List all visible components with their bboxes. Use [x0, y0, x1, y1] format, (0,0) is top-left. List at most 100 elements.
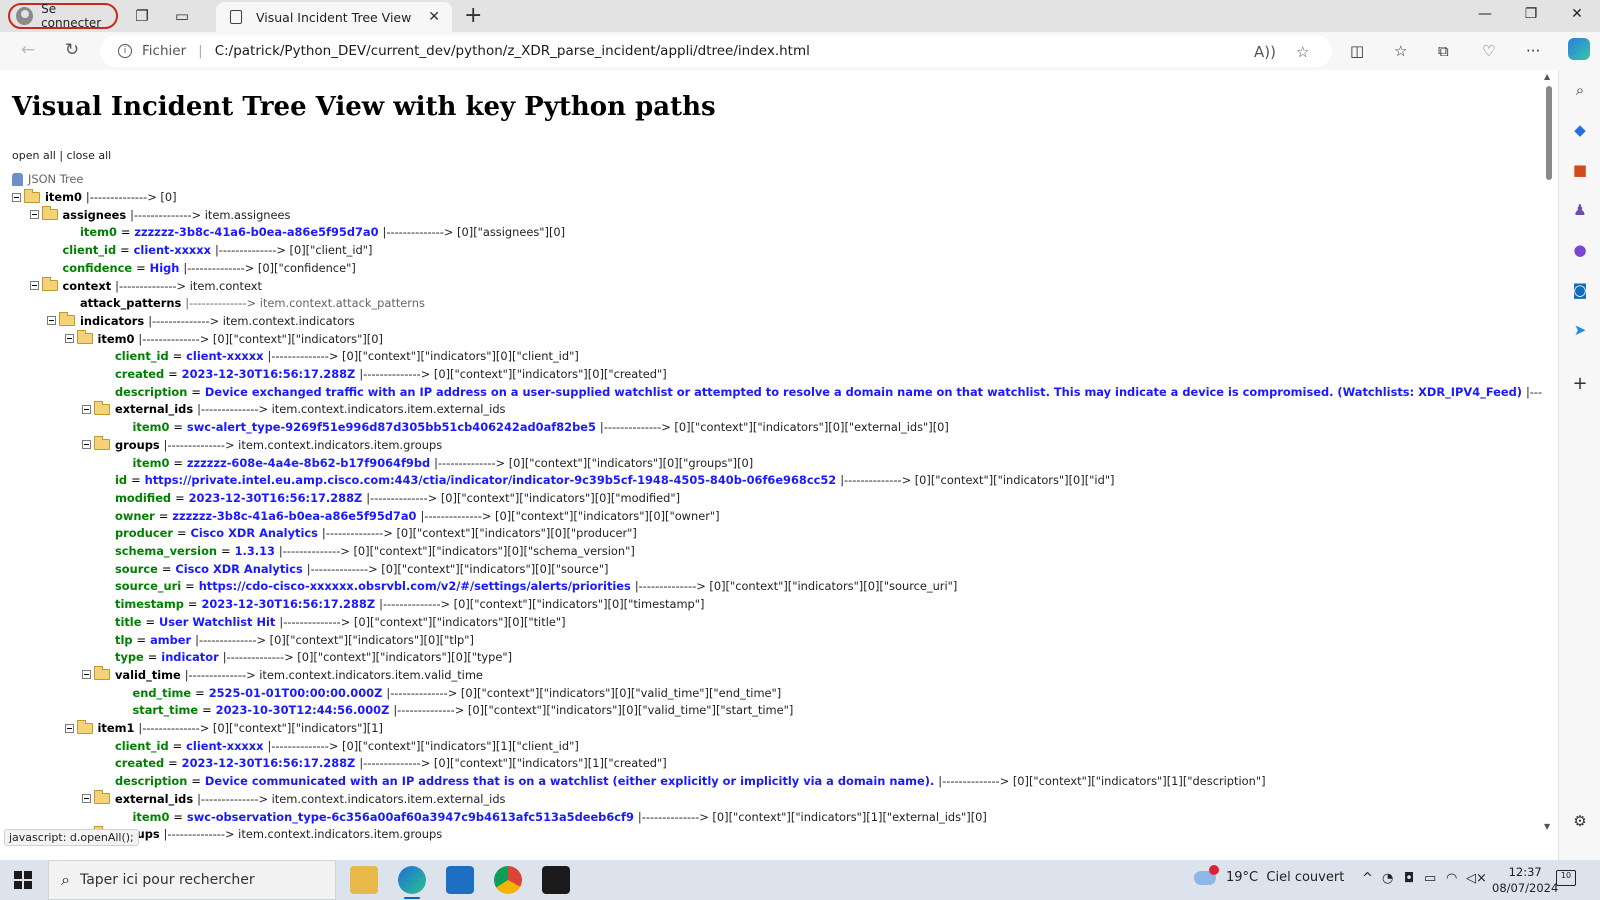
file-explorer-icon[interactable]: [350, 866, 378, 894]
favorites-icon[interactable]: ☆: [1394, 42, 1407, 60]
tree-node[interactable]: item0 = zzzzzz-608e-4a4e-8b62-b17f9064f9bd…: [133, 454, 754, 472]
outlook-icon[interactable]: ◙: [1570, 281, 1590, 299]
tree-node[interactable]: source = Cisco XDR Analytics |-------------…: [115, 560, 609, 578]
scroll-up-icon[interactable]: ▲: [1544, 72, 1550, 81]
tree-node[interactable]: description = Device communicated with an …: [115, 772, 1266, 790]
tree-node[interactable]: item0 = swc-observation_type-6c356a00af60a…: [133, 808, 987, 826]
tree-node[interactable]: client_id = client-xxxxx |--------------> […: [115, 737, 579, 755]
start-windows-icon[interactable]: [14, 871, 32, 889]
collapse-toggle-icon[interactable]: [47, 316, 56, 326]
collapse-toggle-icon[interactable]: [12, 192, 21, 202]
collapse-toggle-icon[interactable]: [82, 670, 91, 680]
tree-node[interactable]: created = 2023-12-30T16:56:17.288Z |-------…: [115, 754, 667, 772]
tree-node[interactable]: context |--------------> item.context: [29, 277, 262, 295]
taskbar-clock[interactable]: 12:37 08/07/2024: [1492, 864, 1558, 896]
tree-node[interactable]: id = https://private.intel.eu.amp.cisco.co…: [115, 471, 1115, 489]
profile-button[interactable]: Se connecter: [8, 2, 118, 30]
collapse-toggle-icon[interactable]: [64, 334, 74, 344]
taskbar-search[interactable]: ⌕ Taper ici pour rechercher: [48, 860, 336, 900]
collapse-toggle-icon[interactable]: [82, 440, 91, 450]
battery-icon[interactable]: ▭: [1424, 871, 1436, 886]
vertical-tabs-icon[interactable]: ▭: [172, 6, 192, 26]
tree-node[interactable]: groups|--------------> item.context.indi…: [82, 436, 442, 454]
tree-node[interactable]: description = Device exchanged traffic wit…: [115, 383, 1554, 401]
tree-node[interactable]: end_time = 2525-01-01T00:00:00.000Z |------…: [133, 684, 782, 702]
tree-node[interactable]: client_id = client-xxxxx |--------------> […: [115, 347, 579, 365]
tree-node[interactable]: item1 |--------------> [0]["context"]["in…: [64, 719, 383, 737]
info-icon[interactable]: i: [118, 44, 132, 58]
search-icon[interactable]: ⌕: [1570, 81, 1590, 99]
scroll-down-icon[interactable]: ▼: [1544, 822, 1550, 831]
close-tab-icon[interactable]: ✕: [428, 9, 440, 25]
weather-widget[interactable]: 19°C Ciel couvert: [1194, 864, 1344, 885]
tools-icon[interactable]: ■: [1570, 161, 1590, 179]
restore-icon[interactable]: ❐: [1516, 6, 1546, 26]
collapse-toggle-icon[interactable]: [64, 723, 74, 733]
shopping-tag-icon[interactable]: ◆: [1570, 121, 1590, 139]
volume-muted-icon[interactable]: ◁×: [1466, 871, 1487, 886]
edge-browser-icon[interactable]: [398, 866, 426, 894]
tree-node[interactable]: owner = zzzzzz-3b8c-41a6-b0ea-a86e5f95d7a0…: [115, 507, 720, 525]
mail-icon[interactable]: [446, 866, 474, 894]
send-icon[interactable]: ➤: [1570, 321, 1590, 339]
add-icon[interactable]: +: [1570, 373, 1590, 394]
copilot-icon[interactable]: [1568, 38, 1590, 60]
tree-node[interactable]: attack_patterns |--------------> item.con…: [80, 294, 425, 312]
tree-node[interactable]: item0 |--------------> [0]: [12, 188, 177, 206]
chevron-up-icon[interactable]: ^: [1362, 871, 1373, 886]
microsoft365-icon[interactable]: ●: [1570, 241, 1590, 259]
address-bar[interactable]: i Fichier | C:/patrick/Python_DEV/curren…: [100, 35, 1332, 67]
tree-node[interactable]: item0 = zzzzzz-3b8c-41a6-b0ea-a86e5f95d7a0…: [80, 223, 565, 241]
read-aloud-icon[interactable]: A)): [1254, 43, 1276, 61]
tree-node[interactable]: created = 2023-12-30T16:56:17.288Z |-------…: [115, 365, 667, 383]
minimize-icon[interactable]: —: [1470, 6, 1500, 26]
close-window-icon[interactable]: ✕: [1562, 6, 1592, 26]
new-tab-icon[interactable]: +: [464, 3, 482, 28]
collapse-toggle-icon[interactable]: [29, 210, 39, 220]
settings-gear-icon[interactable]: ⚙: [1570, 812, 1590, 830]
games-icon[interactable]: ♟: [1570, 201, 1590, 219]
tree-node[interactable]: timestamp = 2023-12-30T16:56:17.288Z |-----…: [115, 595, 704, 613]
collapse-toggle-icon[interactable]: [29, 281, 39, 290]
scrollbar-thumb[interactable]: [1546, 86, 1552, 180]
tree-node[interactable]: valid_time |--------------> item.context.…: [82, 666, 483, 684]
tree-node[interactable]: source_uri = https://cdo-cisco-xxxxxx.obsr…: [115, 577, 957, 595]
browser-essentials-icon[interactable]: ♡: [1482, 42, 1495, 60]
refresh-icon[interactable]: ↻: [60, 40, 84, 62]
more-menu-icon[interactable]: ···: [1526, 42, 1540, 60]
page-scrollbar[interactable]: ▲ ▼: [1542, 70, 1556, 860]
tree-root[interactable]: JSON Tree: [12, 170, 83, 188]
tree-node[interactable]: confidence = High |--------------> [0]["con…: [63, 259, 356, 277]
tree-node[interactable]: client_id = client-xxxxx |--------------> […: [63, 241, 373, 259]
collapse-toggle-icon[interactable]: [82, 404, 91, 414]
tree-node[interactable]: assignees |--------------> item.assignees: [29, 206, 290, 224]
collapse-toggle-icon[interactable]: [82, 794, 91, 804]
tree-node[interactable]: indicators |--------------> item.context.…: [47, 312, 355, 330]
tree-node[interactable]: external_ids |--------------> item.contex…: [82, 400, 506, 418]
wifi-icon[interactable]: ◠: [1446, 871, 1457, 886]
camera-icon[interactable]: ◘: [1404, 871, 1414, 886]
tree-node[interactable]: item0 |--------------> [0]["context"]["in…: [64, 330, 383, 348]
notification-icon[interactable]: 10: [1556, 870, 1576, 886]
tree-node[interactable]: start_time = 2023-10-30T12:44:56.000Z |----…: [133, 701, 794, 719]
tree-node[interactable]: schema_version = 1.3.13 |--------------> [0…: [115, 542, 635, 560]
workspaces-icon[interactable]: ❐: [132, 6, 152, 26]
tree-node[interactable]: producer = Cisco XDR Analytics |-----------…: [115, 524, 637, 542]
tree-node[interactable]: modified = 2023-12-30T16:56:17.288Z |------…: [115, 489, 680, 507]
url-text[interactable]: C:/patrick/Python_DEV/current_dev/python…: [215, 43, 810, 59]
favorite-star-icon[interactable]: ☆: [1296, 43, 1309, 61]
split-screen-icon[interactable]: ◫: [1350, 42, 1364, 60]
close-all-link[interactable]: close all: [67, 149, 112, 162]
collections-icon[interactable]: ⧉: [1438, 42, 1449, 60]
meet-now-icon[interactable]: ◔: [1382, 871, 1393, 886]
terminal-icon[interactable]: [542, 866, 570, 894]
tree-node[interactable]: item0 = swc-alert_type-9269f51e996d87d305b…: [133, 418, 949, 436]
tree-node[interactable]: tlp = amber |--------------> [0]["context"]…: [115, 631, 474, 649]
tab-active[interactable]: Visual Incident Tree View ✕: [216, 2, 452, 32]
tree-node[interactable]: external_ids |--------------> item.contex…: [82, 790, 506, 808]
tree-node[interactable]: title = User Watchlist Hit |-------------->…: [115, 613, 566, 631]
chrome-icon[interactable]: [494, 866, 522, 894]
back-icon[interactable]: ←: [16, 40, 40, 62]
open-all-link[interactable]: open all: [12, 149, 56, 162]
tree-node[interactable]: type = indicator |--------------> [0]["cont…: [115, 648, 512, 666]
